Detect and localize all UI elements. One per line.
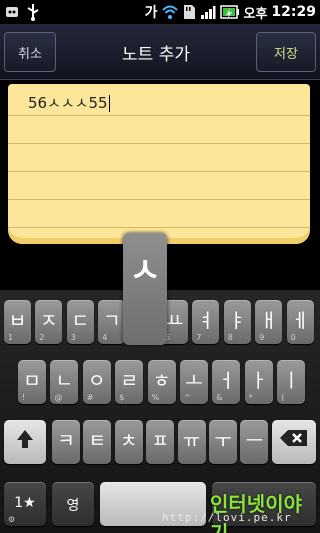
- key-6[interactable]: ㅗ ^: [180, 360, 208, 404]
- key-9[interactable]: ㅐ9: [255, 300, 283, 344]
- key-sublabel: (: [281, 393, 285, 402]
- key-2[interactable]: ㅈ2: [35, 300, 63, 344]
- key-sublabel: 3: [70, 333, 76, 342]
- key-sublabel: $: [119, 393, 125, 402]
- key-label: ㅡ: [245, 430, 264, 452]
- key-sublabel: %: [151, 393, 160, 402]
- key-label: ㄱ: [102, 310, 121, 332]
- key-1[interactable]: ㅁ!: [18, 360, 46, 404]
- key-sublabel: 9: [259, 333, 265, 342]
- key-10[interactable]: ㅔ0: [286, 300, 314, 344]
- key-label: ㅎ: [152, 370, 171, 392]
- title-bar: 취소 노트 추가 저장: [0, 24, 320, 80]
- key-label: ㄷ: [71, 310, 90, 332]
- screen: 가 오후 12:29 취소 노트 추가 저장 56ㅅㅅㅅ55 ㅂ 1 ㅈ 2 ㄷ…: [0, 0, 320, 533]
- page-title: 노트 추가: [122, 44, 190, 65]
- key-label: ㅈ: [40, 310, 58, 332]
- key-1[interactable]: ㅂ1: [4, 300, 31, 344]
- key-sublabel: &: [216, 393, 223, 402]
- language-key[interactable]: 영: [52, 482, 94, 526]
- language-key-label: 영: [66, 498, 80, 514]
- am-pm-label: 오후: [243, 6, 268, 22]
- clock: 12:29: [271, 4, 316, 20]
- key-5[interactable]: ㅠ: [177, 420, 206, 464]
- key-7[interactable]: ㅕ7: [192, 300, 220, 344]
- key-label: ㅔ: [291, 310, 309, 332]
- key-sublabel: 0: [290, 333, 296, 342]
- key-label: ㅊ: [120, 430, 138, 452]
- key-sublabel: @: [54, 393, 63, 402]
- key-7[interactable]: ㅓ &: [212, 360, 241, 404]
- key-2[interactable]: ㄴ @: [50, 360, 79, 404]
- key-4[interactable]: ㄱ4: [98, 300, 126, 344]
- symbol-key[interactable]: 1★ ⚙: [4, 482, 46, 526]
- cancel-button[interactable]: 취소: [4, 32, 56, 72]
- key-label: ㅗ: [185, 370, 203, 392]
- key-3[interactable]: ㄷ3: [66, 300, 94, 344]
- note-text: 56ㅅㅅㅅ55: [28, 94, 108, 112]
- key-label: ㅍ: [151, 430, 169, 452]
- key-5[interactable]: ㅎ%: [147, 360, 176, 404]
- key-label: ㅕ: [197, 310, 215, 332]
- battery-icon: [219, 5, 239, 19]
- backspace-icon: [280, 430, 307, 446]
- key-3[interactable]: ㅊ: [114, 420, 143, 464]
- usb-debug-icon: [6, 7, 18, 17]
- save-button[interactable]: 저장: [256, 32, 316, 72]
- note-editor[interactable]: 56ㅅㅅㅅ55: [8, 84, 310, 244]
- note-text-input[interactable]: 56ㅅㅅㅅ55: [28, 92, 110, 113]
- key-sublabel: 7: [196, 333, 202, 342]
- key-preview-popup: ㅅ: [123, 233, 167, 345]
- key-label: ㅂ: [8, 310, 27, 332]
- key-sublabel: ^: [184, 393, 191, 402]
- input-method-indicator: 가: [144, 5, 158, 21]
- key-sublabel: 8: [227, 333, 233, 342]
- key-sublabel: 4: [102, 333, 108, 342]
- key-sublabel: 1: [8, 333, 14, 342]
- key-1[interactable]: ㅋ: [52, 420, 80, 464]
- key-2[interactable]: ㅌ: [83, 420, 112, 464]
- key-8[interactable]: ㅏ *: [244, 360, 273, 404]
- text-cursor: [108, 95, 110, 112]
- key-label: ㅇ: [88, 370, 106, 392]
- key-label: ㅐ: [259, 310, 278, 332]
- key-sublabel: *: [248, 393, 253, 402]
- shift-key[interactable]: [4, 420, 46, 464]
- symbol-key-label: 1★: [14, 495, 36, 511]
- usb-icon: [27, 4, 39, 21]
- key-4[interactable]: ㄹ $: [115, 360, 144, 404]
- key-label: ㄹ: [120, 370, 138, 392]
- key-label: ㅑ: [228, 310, 247, 332]
- key-label: ㅠ: [182, 430, 201, 452]
- key-sublabel: 2: [39, 333, 45, 342]
- watermark-url: http://lovi.pe.kr: [162, 511, 292, 524]
- signal-icon: [200, 6, 215, 19]
- key-7[interactable]: ㅡ: [240, 420, 269, 464]
- status-bar: 가 오후 12:29: [0, 0, 320, 24]
- sd-card-icon: [183, 5, 195, 19]
- key-label: ㅜ: [214, 430, 232, 452]
- key-sublabel: !: [22, 393, 26, 402]
- key-sublabel: #: [86, 393, 94, 402]
- backspace-key[interactable]: [272, 420, 316, 464]
- key-6[interactable]: ㅜ: [209, 420, 237, 464]
- settings-gear-icon: ⚙: [8, 515, 16, 524]
- key-9[interactable]: ㅣ(: [277, 360, 306, 404]
- key-label: ㅓ: [217, 370, 236, 392]
- shift-arrow-icon: [17, 430, 33, 448]
- key-label: ㄴ: [55, 370, 74, 392]
- key-label: ㅣ: [282, 370, 300, 392]
- key-label: ㅏ: [250, 370, 268, 392]
- key-label: ㅋ: [57, 430, 75, 452]
- key-3[interactable]: ㅇ #: [82, 360, 111, 404]
- wifi-icon: [161, 5, 178, 19]
- key-preview-char: ㅅ: [129, 251, 161, 291]
- key-4[interactable]: ㅍ: [146, 420, 175, 464]
- key-8[interactable]: ㅑ8: [223, 300, 251, 344]
- key-label: ㅌ: [88, 430, 107, 452]
- key-label: ㅁ: [23, 370, 41, 392]
